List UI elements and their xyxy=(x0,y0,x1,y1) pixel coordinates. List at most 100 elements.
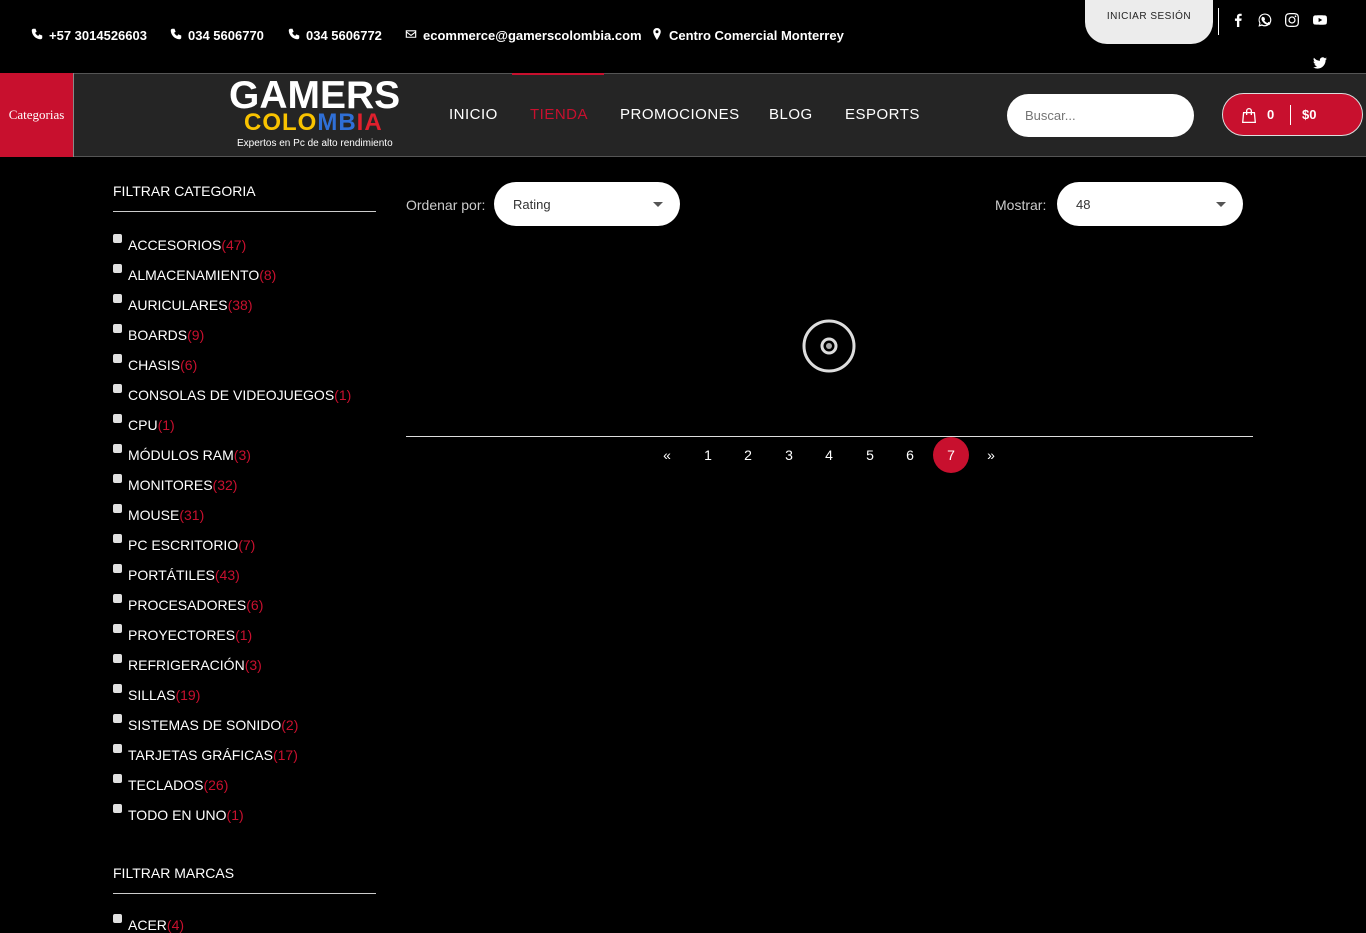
sort-select[interactable]: Rating xyxy=(494,182,680,226)
whatsapp-icon[interactable] xyxy=(1258,13,1272,27)
brand-checkbox[interactable] xyxy=(113,914,122,923)
twitter-icon[interactable] xyxy=(1313,56,1327,70)
per-page-select[interactable]: 48 xyxy=(1057,182,1243,226)
pagination-next[interactable]: » xyxy=(973,437,1009,473)
category-checkbox[interactable] xyxy=(113,414,122,423)
category-checkbox[interactable] xyxy=(113,594,122,603)
category-filter-item[interactable]: TODO EN UNO (1) xyxy=(113,804,244,823)
category-filter-item[interactable]: BOARDS (9) xyxy=(113,324,204,343)
brand-filter-title: FILTRAR MARCAS xyxy=(113,865,235,881)
category-checkbox[interactable] xyxy=(113,684,122,693)
brand-filter-item[interactable]: ACER (4) xyxy=(113,914,184,933)
categories-button[interactable]: Categorias xyxy=(0,73,73,157)
category-count: (31) xyxy=(179,507,205,523)
category-filter-item[interactable]: TECLADOS (26) xyxy=(113,774,228,793)
category-checkbox[interactable] xyxy=(113,474,122,483)
category-checkbox[interactable] xyxy=(113,654,122,663)
cart-count: 0 xyxy=(1267,107,1275,122)
category-count: (1) xyxy=(157,417,175,433)
pagination-prev[interactable]: « xyxy=(649,437,685,473)
category-filter-item[interactable]: MOUSE (31) xyxy=(113,504,205,523)
category-count: (6) xyxy=(246,597,264,613)
category-name: MONITORES xyxy=(128,477,213,493)
category-filter-item[interactable]: TARJETAS GRÁFICAS (17) xyxy=(113,744,298,763)
category-name: REFRIGERACIÓN xyxy=(128,657,245,673)
category-checkbox[interactable] xyxy=(113,234,122,243)
category-checkbox[interactable] xyxy=(113,444,122,453)
category-checkbox[interactable] xyxy=(113,744,122,753)
sort-select-value: Rating xyxy=(513,196,551,212)
category-name: TODO EN UNO xyxy=(128,807,227,823)
category-checkbox[interactable] xyxy=(113,534,122,543)
contact-phone-2[interactable]: 034 5606770 xyxy=(170,28,264,43)
category-filter-item[interactable]: CHASIS (6) xyxy=(113,354,198,373)
category-count: (1) xyxy=(235,627,253,643)
pagination-page[interactable]: 6 xyxy=(892,437,928,473)
category-checkbox[interactable] xyxy=(113,264,122,273)
nav-item-esports[interactable]: ESPORTS xyxy=(845,106,920,123)
category-checkbox[interactable] xyxy=(113,384,122,393)
pagination-page[interactable]: 2 xyxy=(730,437,766,473)
category-filter-item[interactable]: MÓDULOS RAM (3) xyxy=(113,444,251,463)
category-filter-item[interactable]: ALMACENAMIENTO (8) xyxy=(113,264,276,283)
category-filter-item[interactable]: PROYECTORES (1) xyxy=(113,624,253,643)
contact-phone-1[interactable]: +57 3014526603 xyxy=(31,28,147,43)
category-checkbox[interactable] xyxy=(113,324,122,333)
site-logo[interactable]: GAMERS COLOMBIA Expertos en Pc de alto r… xyxy=(229,76,413,153)
instagram-icon[interactable] xyxy=(1285,13,1299,27)
category-name: CHASIS xyxy=(128,357,181,373)
category-filter-item[interactable]: ACCESORIOS (47) xyxy=(113,234,247,253)
search-input[interactable] xyxy=(1007,94,1194,137)
nav-item-promociones[interactable]: PROMOCIONES xyxy=(620,106,740,123)
category-count: (47) xyxy=(221,237,247,253)
category-filter-item[interactable]: CONSOLAS DE VIDEOJUEGOS (1) xyxy=(113,384,351,403)
category-filter-item[interactable]: SILLAS (19) xyxy=(113,684,200,703)
contact-address-text: Centro Comercial Monterrey xyxy=(669,28,844,43)
contact-phone-1-text: +57 3014526603 xyxy=(49,28,147,43)
category-filter-item[interactable]: CPU (1) xyxy=(113,414,175,433)
pagination-page[interactable]: 3 xyxy=(771,437,807,473)
category-name: ALMACENAMIENTO xyxy=(128,267,260,283)
nav-item-inicio[interactable]: INICIO xyxy=(449,106,498,123)
category-checkbox[interactable] xyxy=(113,804,122,813)
facebook-icon[interactable] xyxy=(1231,13,1245,27)
category-filter-item[interactable]: PROCESADORES (6) xyxy=(113,594,264,613)
category-name: MOUSE xyxy=(128,507,180,523)
category-checkbox[interactable] xyxy=(113,504,122,513)
contact-phone-3[interactable]: 034 5606772 xyxy=(288,28,382,43)
category-checkbox[interactable] xyxy=(113,294,122,303)
pagination-page[interactable]: 7 xyxy=(933,437,969,473)
phone-icon xyxy=(31,28,43,43)
navbar-divider xyxy=(73,73,74,157)
pagination-page[interactable]: 4 xyxy=(811,437,847,473)
pagination-page[interactable]: 5 xyxy=(852,437,888,473)
nav-item-blog[interactable]: BLOG xyxy=(769,106,813,123)
login-label: INICIAR SESIÓN xyxy=(1106,11,1192,22)
category-count: (6) xyxy=(180,357,198,373)
category-filter-item[interactable]: PORTÁTILES (43) xyxy=(113,564,240,583)
category-checkbox[interactable] xyxy=(113,624,122,633)
category-checkbox[interactable] xyxy=(113,354,122,363)
contact-email[interactable]: ecommerce@gamerscolombia.com xyxy=(405,28,642,43)
nav-item-tienda[interactable]: TIENDA xyxy=(530,106,588,123)
category-filter-item[interactable]: MONITORES (32) xyxy=(113,474,237,493)
contact-address[interactable]: Centro Comercial Monterrey xyxy=(651,28,844,43)
category-checkbox[interactable] xyxy=(113,774,122,783)
category-filter-item[interactable]: SISTEMAS DE SONIDO (2) xyxy=(113,714,299,733)
category-count: (2) xyxy=(281,717,299,733)
pagination-page[interactable]: 1 xyxy=(690,437,726,473)
cart-button[interactable]: 0 $0 xyxy=(1222,93,1363,136)
cart-total: $0 xyxy=(1302,107,1317,122)
contact-email-text: ecommerce@gamerscolombia.com xyxy=(423,28,642,43)
youtube-icon[interactable] xyxy=(1313,13,1327,27)
category-filter-item[interactable]: AURICULARES (38) xyxy=(113,294,253,313)
category-checkbox[interactable] xyxy=(113,564,122,573)
category-filter-item[interactable]: PC ESCRITORIO (7) xyxy=(113,534,255,553)
login-button[interactable]: INICIAR SESIÓN xyxy=(1085,0,1213,44)
category-filter-divider xyxy=(113,211,376,212)
category-filter-item[interactable]: REFRIGERACIÓN (3) xyxy=(113,654,262,673)
contact-phone-3-text: 034 5606772 xyxy=(306,28,382,43)
nav-active-indicator xyxy=(512,73,604,75)
category-name: PC ESCRITORIO xyxy=(128,537,239,553)
category-checkbox[interactable] xyxy=(113,714,122,723)
